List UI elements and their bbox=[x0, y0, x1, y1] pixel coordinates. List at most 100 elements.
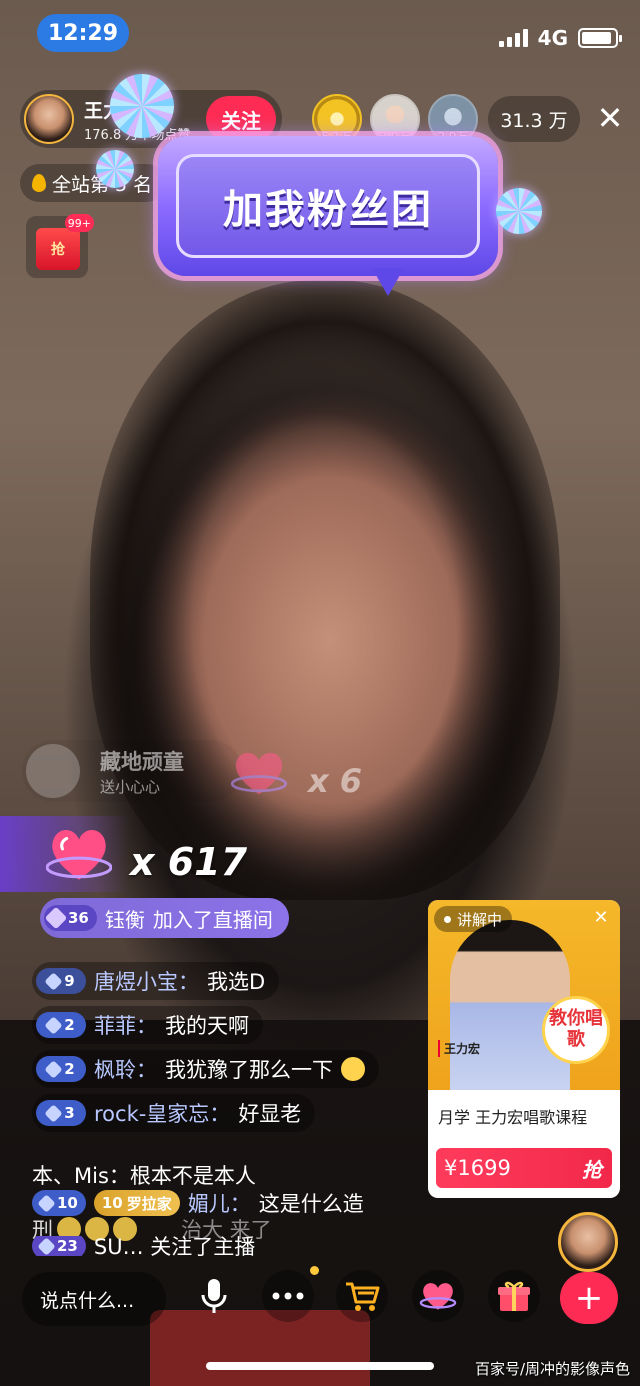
join-user: 钰衡 bbox=[104, 907, 145, 932]
user-level-badge: 2 bbox=[36, 1012, 86, 1038]
product-live-text: 讲解中 bbox=[457, 910, 503, 929]
fanclub-banner[interactable]: 加我粉丝团 bbox=[158, 136, 498, 296]
plus-icon: + bbox=[574, 1278, 604, 1318]
fanclub-banner-text: 加我粉丝团 bbox=[176, 154, 480, 258]
user-level-badge: 36 bbox=[44, 905, 97, 931]
battery-icon bbox=[578, 28, 622, 48]
host-avatar-small[interactable] bbox=[558, 1212, 618, 1272]
product-title[interactable]: 月学 王力宏唱歌课程 bbox=[438, 1104, 587, 1128]
host-avatar[interactable] bbox=[24, 94, 74, 144]
comment-text: 我犹豫了那么一下 bbox=[165, 1058, 333, 1082]
comment-text: SU… 关注了主播 bbox=[93, 1236, 256, 1256]
user-level: 2 bbox=[64, 1060, 75, 1078]
user-level: 9 bbox=[64, 972, 75, 990]
comment-user[interactable]: rock-皇家忘： bbox=[94, 1098, 230, 1128]
red-envelope-icon: 抢 bbox=[36, 228, 80, 270]
watermark: 百家号/周冲的影像声色 bbox=[474, 1360, 630, 1378]
comment-input[interactable]: 说点什么... bbox=[22, 1272, 166, 1326]
cart-icon bbox=[346, 1282, 380, 1311]
user-level-badge: 2 bbox=[36, 1056, 86, 1082]
user-level: 3 bbox=[64, 1104, 75, 1122]
gift-count-small: x 6 bbox=[308, 762, 363, 800]
status-indicators: 4G bbox=[498, 26, 622, 50]
gift-count-big: x 617 bbox=[130, 840, 248, 884]
fan-club-level: 10 bbox=[101, 1194, 123, 1212]
chat-comment[interactable]: 9 唐煜小宝： 我选D bbox=[32, 962, 280, 1000]
fan-club-badge: 10 罗拉家 bbox=[93, 1190, 180, 1216]
signal-icon bbox=[498, 29, 528, 47]
notification-dot bbox=[310, 1266, 319, 1275]
product-teach-badge: 教你唱歌 bbox=[542, 996, 610, 1064]
live-dot-icon bbox=[444, 915, 451, 923]
status-time: 12:29 bbox=[37, 14, 129, 52]
comment-text: 好显老 bbox=[238, 1102, 302, 1126]
user-level: 23 bbox=[57, 1237, 78, 1255]
user-level-badge: 10 bbox=[32, 1190, 86, 1216]
heart-gift-icon bbox=[419, 1283, 457, 1310]
disco-ball-icon bbox=[110, 74, 174, 138]
comment-user[interactable]: 枫聆： bbox=[94, 1054, 157, 1084]
product-buy-button[interactable]: ¥1699 抢 bbox=[436, 1148, 612, 1188]
viewer-total[interactable]: 31.3 万 bbox=[488, 96, 580, 142]
gift-notice: 藏地顽童 送小心心 bbox=[22, 740, 242, 802]
gift-button[interactable] bbox=[488, 1270, 540, 1322]
gift-sender-avatar bbox=[26, 744, 80, 798]
chat-comment[interactable]: 3 rock-皇家忘： 好显老 bbox=[32, 1094, 316, 1132]
chat-comment[interactable]: 2 枫聆： 我犹豫了那么一下 bbox=[32, 1050, 379, 1088]
product-card[interactable]: 王力宏 教你唱歌 讲解中 ✕ 月学 王力宏唱歌课程 ¥1699 抢 bbox=[428, 900, 620, 1198]
fanclub-banner-tail bbox=[372, 268, 404, 296]
product-price: ¥1699 bbox=[444, 1156, 511, 1180]
network-type: 4G bbox=[537, 26, 568, 50]
gem-icon bbox=[44, 1059, 63, 1079]
join-notice: 36 钰衡 加入了直播间 bbox=[40, 898, 289, 938]
close-icon: ✕ bbox=[596, 99, 624, 137]
video-subject-hair bbox=[90, 280, 560, 900]
user-level: 2 bbox=[64, 1016, 75, 1034]
chat-comment[interactable]: 2 菲菲： 我的天啊 bbox=[32, 1006, 263, 1044]
mic-icon bbox=[201, 1279, 227, 1313]
comment-text: 我的天啊 bbox=[165, 1014, 249, 1038]
gem-icon bbox=[44, 1103, 63, 1123]
battery-level bbox=[582, 32, 611, 44]
user-level-badge: 23 bbox=[32, 1236, 86, 1256]
gem-icon bbox=[37, 1193, 56, 1213]
comment-user[interactable]: 菲菲： bbox=[94, 1010, 157, 1040]
user-level-badge: 3 bbox=[36, 1100, 86, 1126]
product-live-label: 讲解中 bbox=[434, 906, 513, 932]
red-envelope-text: 抢 bbox=[51, 242, 65, 258]
emoji-icon bbox=[341, 1057, 365, 1081]
heart-gift-button[interactable] bbox=[412, 1270, 464, 1322]
product-name-tag: 王力宏 bbox=[438, 1040, 480, 1057]
user-level: 36 bbox=[68, 909, 89, 927]
video-subject-shirt-print bbox=[150, 1310, 370, 1386]
disco-ball-icon bbox=[96, 150, 134, 188]
flame-icon bbox=[32, 174, 46, 192]
chat-comment-overlap[interactable]: 23 SU… 关注了主播 bbox=[32, 1236, 255, 1256]
gem-icon bbox=[44, 971, 63, 991]
fan-club-name: 罗拉家 bbox=[126, 1194, 172, 1213]
join-text: 加入了直播间 bbox=[152, 907, 273, 932]
gift-sender-name: 藏地顽童 bbox=[100, 750, 184, 774]
chat-comment-overlap[interactable]: 本、Mis：根本不是本人 bbox=[32, 1160, 256, 1190]
comment-user[interactable]: 唐煜小宝： bbox=[94, 966, 199, 996]
heart-gift-icon bbox=[46, 829, 112, 880]
gem-icon bbox=[44, 906, 68, 930]
comment-text: 这是什么造 bbox=[258, 1192, 364, 1216]
gift-icon bbox=[498, 1281, 530, 1311]
product-close-icon[interactable]: ✕ bbox=[590, 906, 612, 928]
red-envelope-badge: 99+ bbox=[64, 214, 94, 232]
rank-pill[interactable]: 全站第 5 名 bbox=[20, 164, 166, 202]
product-grab-label: 抢 bbox=[582, 1157, 602, 1182]
more-button[interactable] bbox=[262, 1270, 314, 1322]
user-level-badge: 9 bbox=[36, 968, 86, 994]
gem-icon bbox=[37, 1236, 56, 1256]
gem-icon bbox=[44, 1015, 63, 1035]
mic-button[interactable] bbox=[188, 1270, 240, 1322]
comment-text: 我选D bbox=[207, 970, 266, 994]
red-envelope-button[interactable]: 抢 99+ bbox=[26, 214, 94, 278]
more-icon bbox=[272, 1292, 304, 1300]
plus-button[interactable]: + bbox=[560, 1272, 618, 1324]
cart-button[interactable] bbox=[336, 1270, 388, 1322]
disco-ball-icon bbox=[496, 188, 542, 234]
close-button[interactable]: ✕ bbox=[590, 98, 630, 138]
